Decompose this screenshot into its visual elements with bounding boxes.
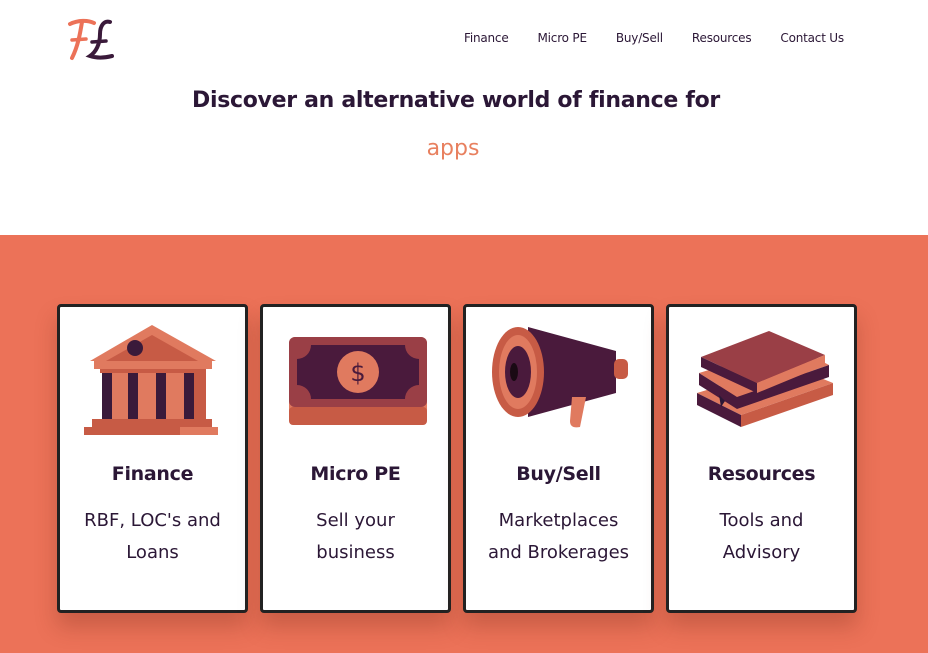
nav-resources[interactable]: Resources	[692, 31, 752, 45]
card-resources[interactable]: Resources Tools and Advisory	[666, 304, 857, 613]
card-description: Tools and Advisory	[719, 510, 804, 563]
card-description: RBF, LOC's and Loans	[84, 510, 221, 563]
nav-buy-sell[interactable]: Buy/Sell	[616, 31, 663, 45]
site-header: Finance Micro PE Buy/Sell Resources Cont…	[0, 0, 928, 80]
card-title: Resources	[707, 463, 816, 485]
dollar-bill-icon: $	[289, 337, 427, 425]
books-icon	[697, 331, 833, 427]
megaphone-icon	[492, 327, 628, 428]
bank-building-icon	[84, 325, 218, 435]
nav-finance[interactable]: Finance	[464, 31, 509, 45]
svg-text:$: $	[350, 359, 365, 387]
card-title: Micro PE	[310, 463, 401, 485]
card-micro-pe[interactable]: $ Micro PE Sell your business	[260, 304, 451, 613]
card-description: Marketplaces and Brokerages	[487, 510, 630, 563]
card-buy-sell[interactable]: Buy/Sell Marketplaces and Brokerages	[463, 304, 654, 613]
hero-title: Discover an alternative world of finance…	[192, 88, 720, 113]
fl-logo-icon	[68, 18, 114, 60]
main-nav: Finance Micro PE Buy/Sell Resources Cont…	[464, 31, 844, 45]
card-title: Buy/Sell	[516, 463, 601, 485]
card-finance[interactable]: Finance RBF, LOC's and Loans	[57, 304, 248, 613]
hero-rotating-word: apps	[426, 136, 480, 161]
nav-contact-us[interactable]: Contact Us	[780, 31, 844, 45]
nav-micro-pe[interactable]: Micro PE	[538, 31, 588, 45]
logo[interactable]	[64, 16, 118, 62]
card-title: Finance	[111, 463, 194, 485]
card-description: Sell your business	[316, 510, 395, 563]
